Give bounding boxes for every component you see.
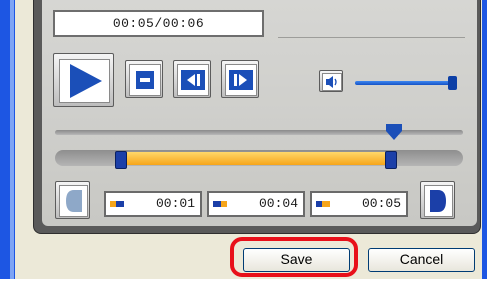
divider-line [278,37,465,38]
cancel-button[interactable]: Cancel [368,248,475,272]
stop-button-face [129,64,161,96]
speaker-icon [326,76,337,88]
mark-in-button[interactable] [55,181,90,219]
mark-out-button-face [424,185,453,217]
step-back-icon [181,70,205,90]
mark-in-button-face [59,185,88,217]
end-timecode-text: 00:04 [258,196,298,211]
step-back-button[interactable] [173,60,211,98]
mark-in-icon [66,190,82,212]
window-left-border-highlight [10,0,14,279]
volume-slider-thumb[interactable] [448,76,457,90]
window-bottom-area [0,279,487,305]
end-timecode: 00:04 [207,191,305,217]
range-start-handle[interactable] [115,151,127,169]
volume-slider-track [355,81,452,85]
start-timecode-text: 00:01 [155,196,195,211]
step-forward-button-face [225,64,257,96]
volume-slider[interactable] [355,76,462,90]
start-timecode: 00:01 [104,191,202,217]
current-timecode: 00:05 [310,191,408,217]
start-marker-icon [110,201,124,207]
volume-button[interactable] [319,70,343,92]
step-back-button-face [177,64,209,96]
step-forward-icon [229,70,253,90]
selected-range-fill [120,152,390,165]
mark-out-button[interactable] [420,181,455,219]
current-timecode-text: 00:05 [361,196,401,211]
window-right-border [482,0,487,279]
save-button[interactable]: Save [243,248,350,272]
stop-button[interactable] [125,60,163,98]
mark-out-icon [430,190,446,212]
range-end-handle[interactable] [385,151,397,169]
current-marker-icon [316,201,330,207]
playhead-marker[interactable] [385,124,403,142]
stop-icon [136,71,154,89]
play-button-face [59,59,110,103]
end-marker-icon [213,201,227,207]
step-forward-button[interactable] [221,60,259,98]
volume-button-face [322,73,342,91]
time-display: 00:05/00:06 [53,10,264,37]
play-icon [70,64,102,98]
play-button[interactable] [53,53,114,107]
